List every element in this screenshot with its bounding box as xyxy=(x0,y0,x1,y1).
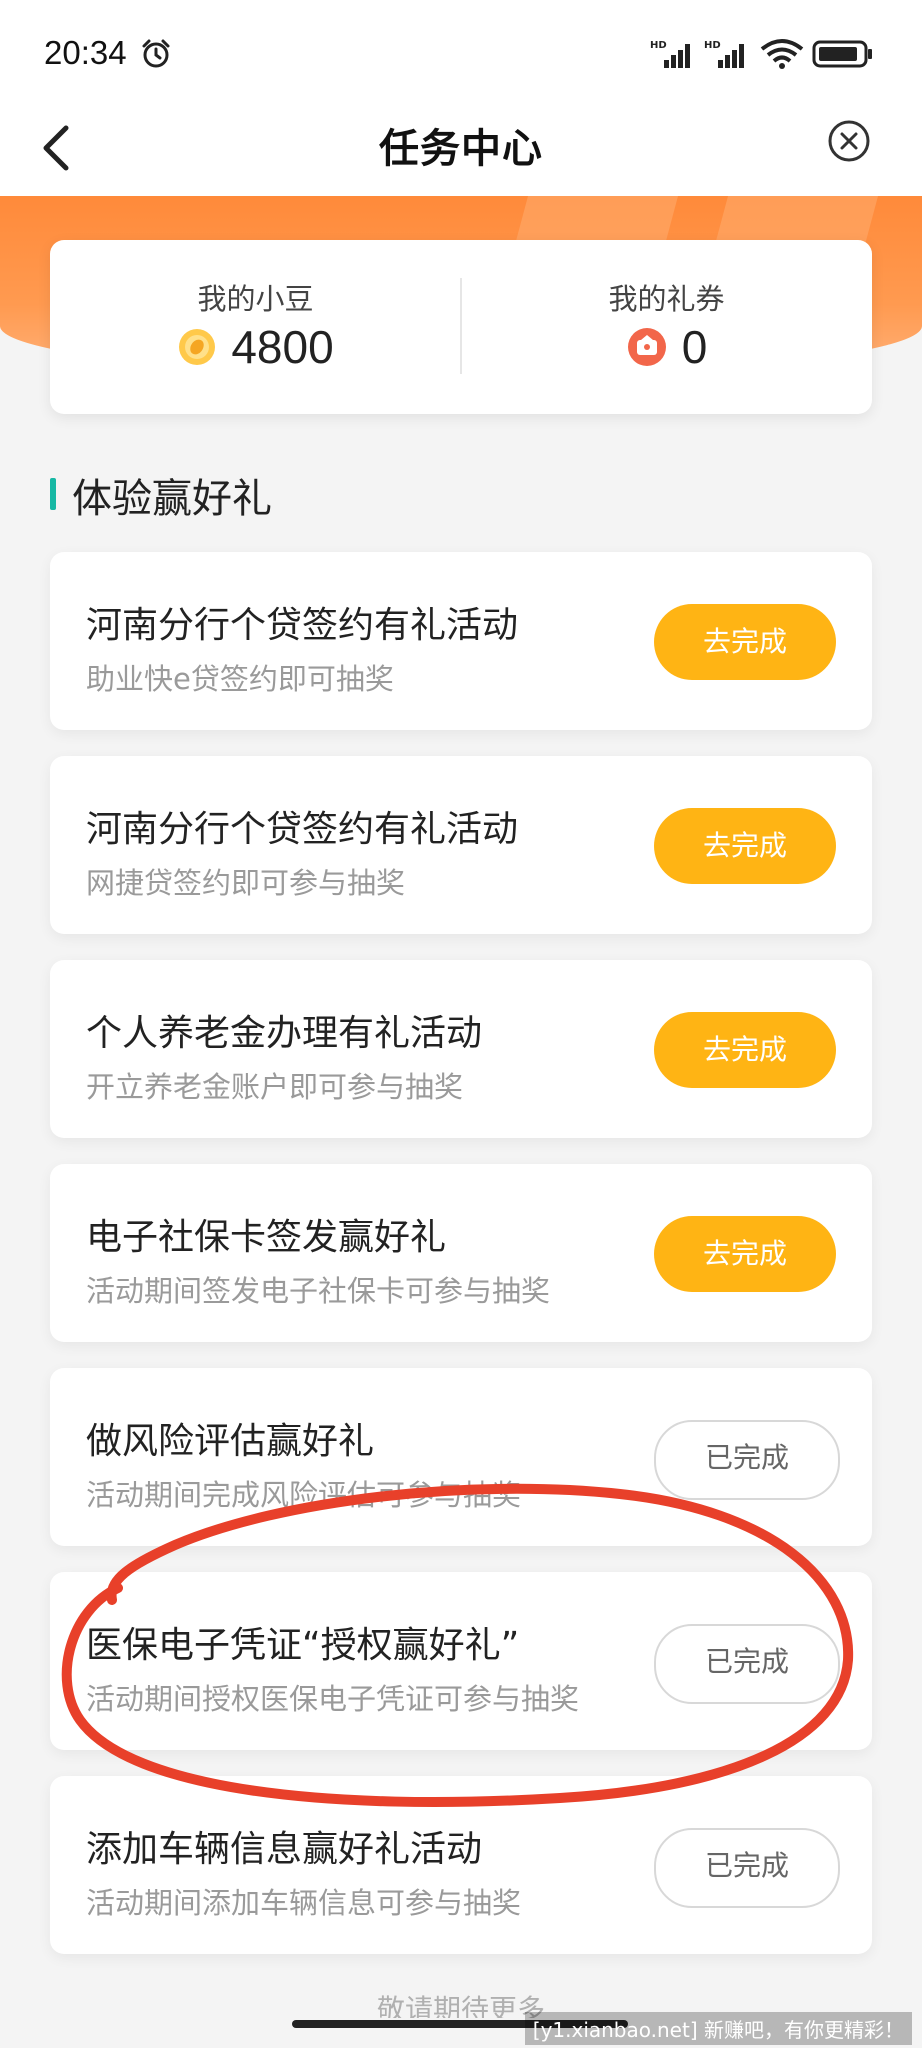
task-card: 河南分行个贷签约有礼活动 网捷贷签约即可参与抽奖 去完成 xyxy=(50,756,872,934)
go-complete-button[interactable]: 去完成 xyxy=(654,604,836,680)
task-subtitle: 开立养老金账户即可参与抽奖 xyxy=(86,1070,464,1104)
section-title-bar xyxy=(50,478,56,510)
coupons-summary[interactable]: 我的礼券 0 xyxy=(461,240,872,414)
task-title: 添加车辆信息赢好礼活动 xyxy=(86,1829,483,1870)
task-title: 做风险评估赢好礼 xyxy=(86,1421,375,1462)
task-card: 医保电子凭证“授权赢好礼” 活动期间授权医保电子凭证可参与抽奖 已完成 xyxy=(50,1572,872,1750)
task-card: 做风险评估赢好礼 活动期间完成风险评估可参与抽奖 已完成 xyxy=(50,1368,872,1546)
go-complete-button[interactable]: 去完成 xyxy=(654,808,836,884)
task-subtitle: 网捷贷签约即可参与抽奖 xyxy=(86,866,406,900)
go-complete-button[interactable]: 去完成 xyxy=(654,1012,836,1088)
task-subtitle: 活动期间完成风险评估可参与抽奖 xyxy=(86,1478,522,1512)
signal-hd-icon-2: HD xyxy=(704,40,744,68)
beans-value: 4800 xyxy=(231,321,334,373)
status-bar: 20:34 HD HD xyxy=(0,0,922,110)
coupons-value: 0 xyxy=(681,321,708,373)
summary-card: 我的小豆 4800 我的礼券 0 xyxy=(50,240,872,414)
alarm-icon xyxy=(142,39,170,68)
task-subtitle: 助业快e贷签约即可抽奖 xyxy=(86,662,394,696)
section-title: 体验赢好礼 xyxy=(72,476,272,522)
beans-summary[interactable]: 我的小豆 4800 xyxy=(50,240,461,414)
task-card: 河南分行个贷签约有礼活动 助业快e贷签约即可抽奖 去完成 xyxy=(50,552,872,730)
task-subtitle: 活动期间添加车辆信息可参与抽奖 xyxy=(86,1886,522,1920)
task-subtitle: 活动期间授权医保电子凭证可参与抽奖 xyxy=(86,1682,580,1716)
task-card: 电子社保卡签发赢好礼 活动期间签发电子社保卡可参与抽奖 去完成 xyxy=(50,1164,872,1342)
completed-button[interactable]: 已完成 xyxy=(654,1624,840,1704)
page-title: 任务中心 xyxy=(379,126,543,172)
task-title: 河南分行个贷签约有礼活动 xyxy=(86,605,519,646)
task-title: 电子社保卡签发赢好礼 xyxy=(86,1217,447,1258)
svg-text:HD: HD xyxy=(704,40,721,51)
bean-coin-icon xyxy=(179,329,216,365)
signal-hd-icon-1: HD xyxy=(650,40,690,68)
coupon-icon xyxy=(627,328,666,366)
go-complete-button[interactable]: 去完成 xyxy=(654,1216,836,1292)
task-card: 添加车辆信息赢好礼活动 活动期间添加车辆信息可参与抽奖 已完成 xyxy=(50,1776,872,1954)
close-mini-program-icon[interactable] xyxy=(826,118,872,164)
task-title: 个人养老金办理有礼活动 xyxy=(86,1013,483,1054)
status-time: 20:34 xyxy=(44,34,127,71)
svg-text:HD: HD xyxy=(650,40,667,51)
coupons-label: 我的礼券 xyxy=(608,282,725,316)
beans-label: 我的小豆 xyxy=(197,282,314,316)
task-title: 河南分行个贷签约有礼活动 xyxy=(86,809,519,850)
task-title: 医保电子凭证“授权赢好礼” xyxy=(86,1625,520,1666)
nav-bar: 任务中心 xyxy=(0,100,922,196)
task-card: 个人养老金办理有礼活动 开立养老金账户即可参与抽奖 去完成 xyxy=(50,960,872,1138)
watermark: [y1.xianbao.net] 新赚吧，有你更精彩！ xyxy=(524,2012,912,2045)
wifi-icon xyxy=(760,39,804,69)
battery-icon xyxy=(812,40,872,68)
task-subtitle: 活动期间签发电子社保卡可参与抽奖 xyxy=(86,1274,551,1308)
completed-button[interactable]: 已完成 xyxy=(654,1420,840,1500)
completed-button[interactable]: 已完成 xyxy=(654,1828,840,1908)
